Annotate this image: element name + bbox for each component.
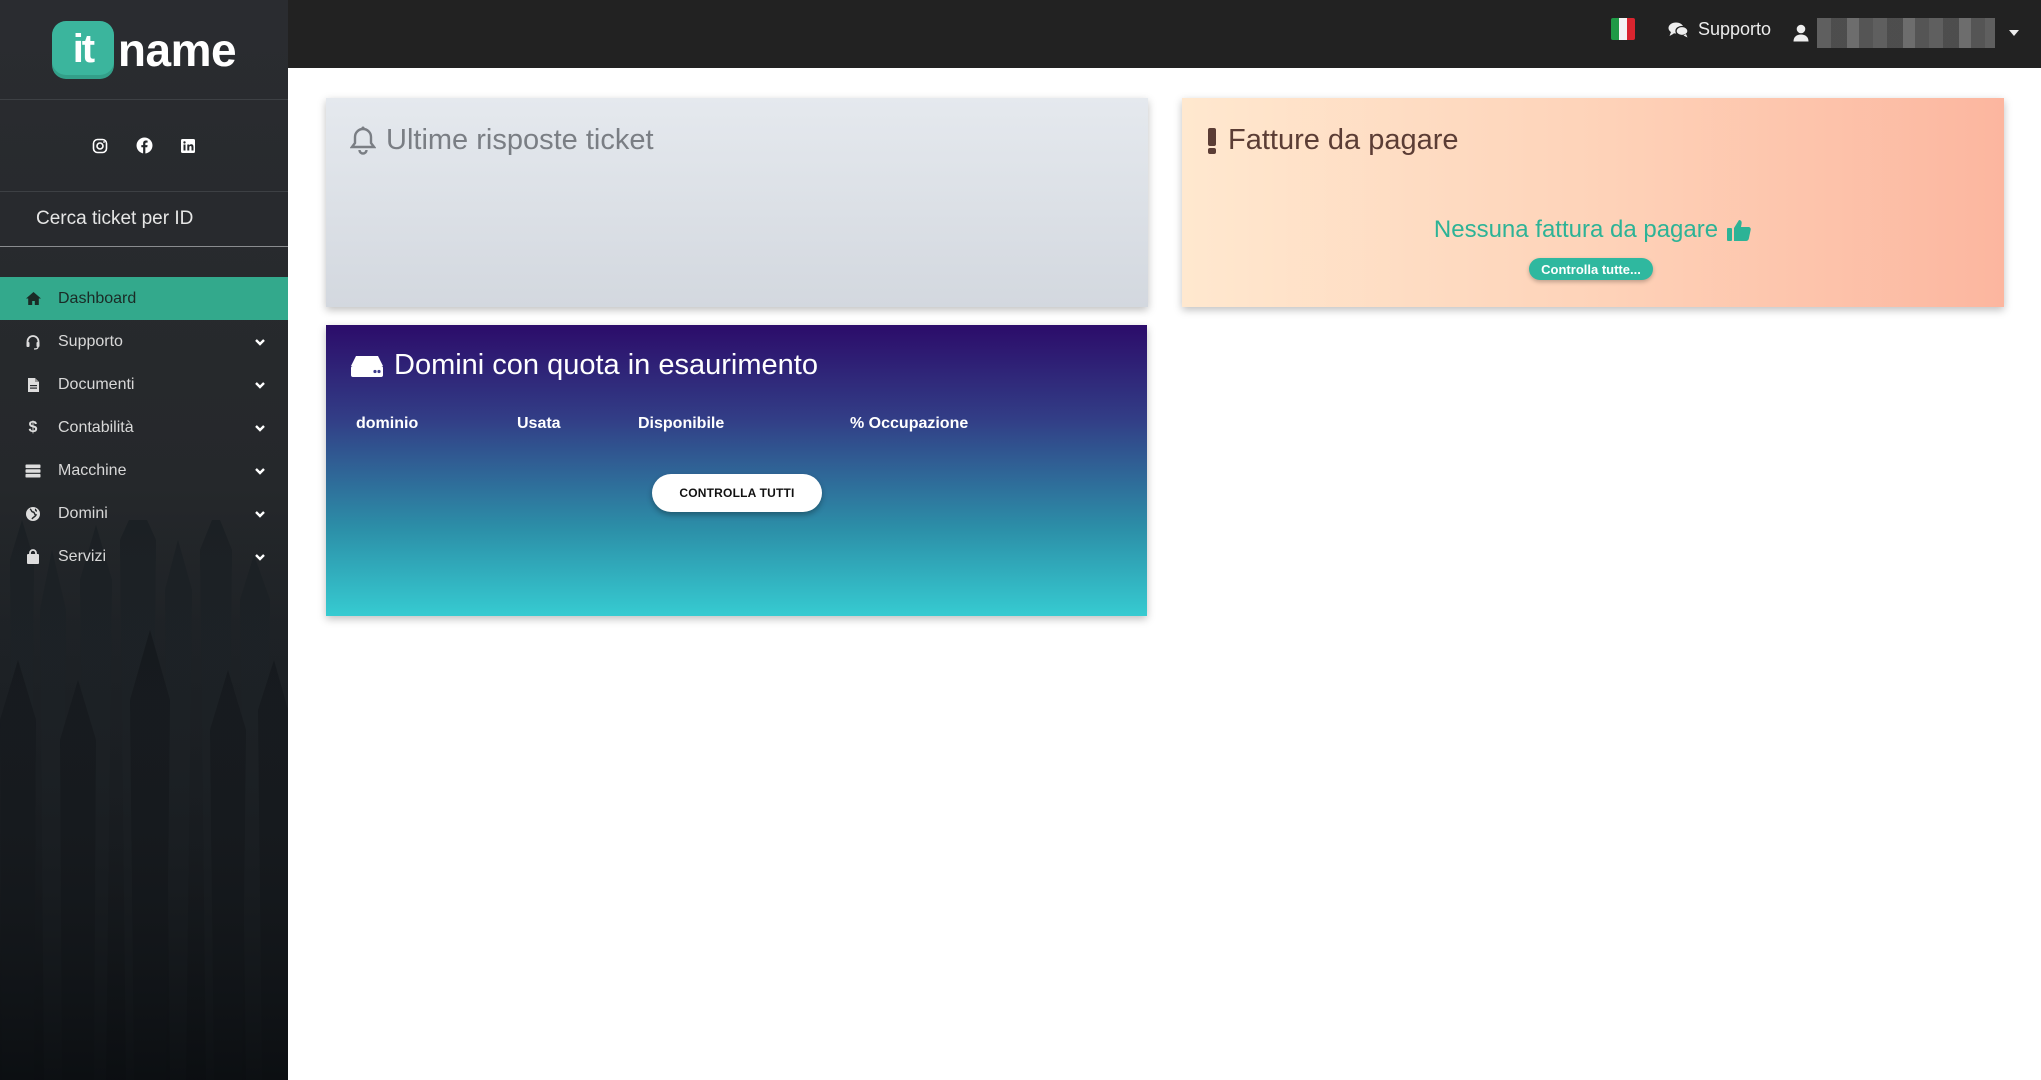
linkedin-icon[interactable] — [179, 137, 197, 155]
card-title: Domini con quota in esaurimento — [350, 349, 818, 382]
check-all-invoices-label: Controlla tutte... — [1541, 261, 1641, 277]
support-label: Supporto — [1698, 19, 1772, 39]
sidebar-item-servizi[interactable]: Servizi — [0, 535, 288, 578]
sidebar-item-label: Supporto — [58, 332, 123, 350]
sidebar-item-label: Servizi — [58, 547, 107, 565]
headset-icon — [24, 334, 42, 350]
check-all-domains-label: CONTROLLA TUTTI — [679, 486, 795, 500]
invoices-to-pay-card: Fatture da pagare Nessuna fattura da pag… — [1182, 98, 2004, 307]
domains-quota-card: Domini con quota in esaurimento dominio … — [326, 325, 1147, 616]
chevron-down-icon — [254, 506, 266, 524]
sidebar-item-label: Domini — [58, 504, 108, 522]
card-title: Ultime risposte ticket — [350, 124, 654, 157]
support-link[interactable]: Supporto — [1668, 19, 1771, 40]
chevron-down-icon — [254, 377, 266, 395]
sidebar-item-domini[interactable]: Domini — [0, 492, 288, 535]
column-header: Usata — [517, 415, 561, 432]
chevron-down-icon — [254, 420, 266, 438]
dollar-icon: $ — [28, 418, 38, 436]
bag-icon — [24, 548, 42, 565]
logo-badge-text: it — [72, 27, 95, 71]
home-icon — [24, 291, 42, 306]
domains-card-title: Domini con quota in esaurimento — [394, 349, 818, 381]
column-header: dominio — [356, 415, 419, 432]
globe-icon — [24, 506, 42, 522]
sidebar-item-macchine[interactable]: Macchine — [0, 449, 288, 492]
latest-ticket-replies-card: Ultime risposte ticket — [326, 98, 1148, 307]
sidebar: it name Cerca ticket per ID Dashboard Su… — [0, 0, 288, 1080]
check-all-domains-button[interactable]: CONTROLLA TUTTI — [652, 474, 822, 512]
ticket-card-title: Ultime risposte ticket — [386, 124, 654, 156]
user-name — [1817, 18, 1995, 48]
comments-icon — [1668, 22, 1689, 38]
sidebar-item-label: Dashboard — [58, 289, 137, 307]
chevron-down-icon — [254, 334, 266, 352]
chevron-down-icon — [254, 463, 266, 481]
top-navbar: Supporto — [288, 0, 2041, 68]
sidebar-item-documenti[interactable]: Documenti — [0, 363, 288, 406]
logo-text: name — [117, 23, 237, 76]
italian-flag-icon[interactable] — [1611, 18, 1635, 40]
sidebar-item-label: Contabilità — [58, 418, 134, 436]
sidebar-item-dashboard[interactable]: Dashboard — [0, 277, 288, 320]
user-icon — [1793, 24, 1809, 42]
column-header: Disponibile — [638, 415, 725, 432]
sidebar-item-label: Macchine — [58, 461, 127, 479]
document-icon — [24, 377, 42, 393]
bell-icon — [350, 126, 376, 155]
social-links — [0, 100, 288, 192]
sidebar-item-label: Documenti — [58, 375, 135, 393]
search-ticket-label: Cerca ticket per ID — [36, 208, 194, 229]
sidebar-nav: Dashboard Supporto Documenti $ Contabili… — [0, 277, 288, 578]
no-invoice-text: Nessuna fattura da pagare — [1433, 216, 1719, 243]
server-icon — [24, 464, 42, 478]
facebook-icon[interactable] — [135, 137, 153, 155]
exclamation-icon — [1208, 127, 1216, 154]
card-title: Fatture da pagare — [1206, 124, 1459, 157]
column-header: % Occupazione — [850, 415, 969, 432]
chevron-down-icon — [254, 549, 266, 567]
check-all-invoices-button[interactable]: Controlla tutte... — [1529, 258, 1653, 280]
user-menu[interactable] — [1793, 18, 2019, 48]
invoice-card-title: Fatture da pagare — [1228, 124, 1459, 156]
thumbs-up-icon — [1727, 220, 1751, 241]
sidebar-item-supporto[interactable]: Supporto — [0, 320, 288, 363]
sidebar-item-contabilita[interactable]: $ Contabilità — [0, 406, 288, 449]
forest-background-image — [0, 520, 288, 1080]
hard-drive-icon — [351, 355, 383, 377]
no-invoice-message: Nessuna fattura da pagare — [1182, 216, 2004, 244]
instagram-icon[interactable] — [91, 137, 109, 155]
logo-badge: it — [51, 20, 114, 79]
caret-down-icon — [2009, 30, 2019, 36]
brand-logo[interactable]: it name — [0, 0, 288, 100]
search-ticket-by-id[interactable]: Cerca ticket per ID — [0, 192, 288, 247]
